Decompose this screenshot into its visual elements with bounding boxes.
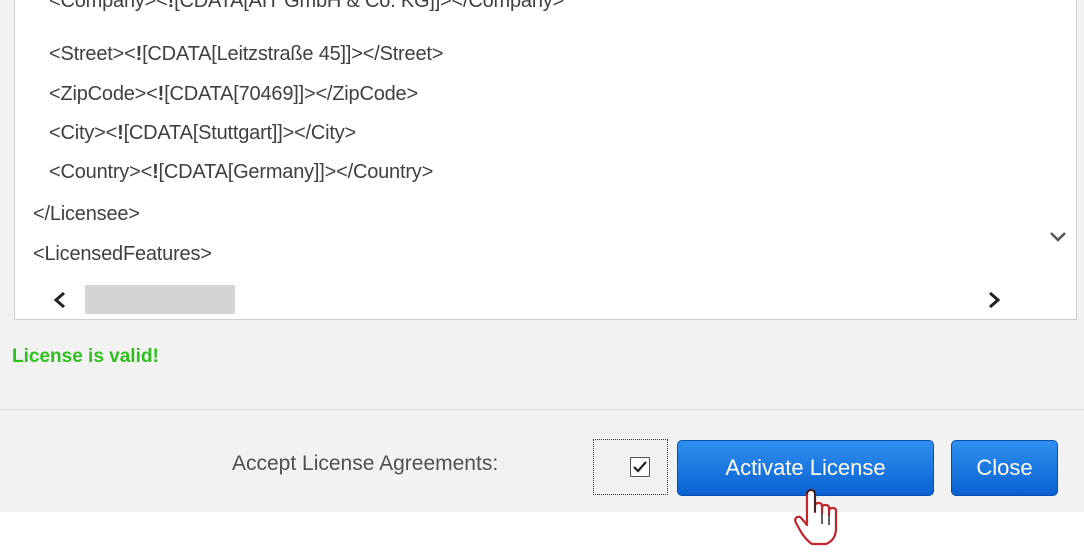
checkmark-icon (633, 461, 647, 473)
xml-line-city: <City><![CDATA[Stuttgart]]></City> (49, 122, 357, 144)
xml-line-zipcode: <ZipCode><![CDATA[70469]]></ZipCode> (49, 83, 418, 105)
license-xml-viewer[interactable]: <Company><![CDATA[AIT GmbH & Co. KG]]></… (14, 0, 1077, 320)
accept-license-label: Accept License Agreements: (232, 452, 499, 475)
xml-line-licensee-close: </Licensee> (33, 203, 140, 225)
accept-license-checkbox[interactable] (630, 457, 650, 477)
xml-line-licensed-features: <LicensedFeatures> (33, 243, 212, 265)
scrollbar-thumb[interactable] (85, 285, 235, 314)
horizontal-scrollbar[interactable] (15, 283, 1076, 317)
chevron-left-icon[interactable] (49, 288, 71, 312)
hand-pointer-icon (794, 488, 838, 546)
accept-checkbox-focus[interactable] (593, 439, 668, 495)
chevron-right-icon[interactable] (983, 288, 1005, 312)
xml-line-country: <Country><![CDATA[Germany]]></Country> (49, 161, 434, 183)
xml-line-street: <Street><![CDATA[Leitzstraße 45]]></Stre… (49, 43, 444, 65)
license-dialog: <Company><![CDATA[AIT GmbH & Co. KG]]></… (0, 0, 1084, 512)
xml-line-company: <Company><![CDATA[AIT GmbH & Co. KG]]></… (49, 0, 565, 12)
footer-divider (0, 409, 1084, 410)
close-button[interactable]: Close (951, 440, 1058, 496)
license-status-message: License is valid! (12, 346, 159, 367)
chevron-down-icon[interactable] (1046, 225, 1070, 249)
